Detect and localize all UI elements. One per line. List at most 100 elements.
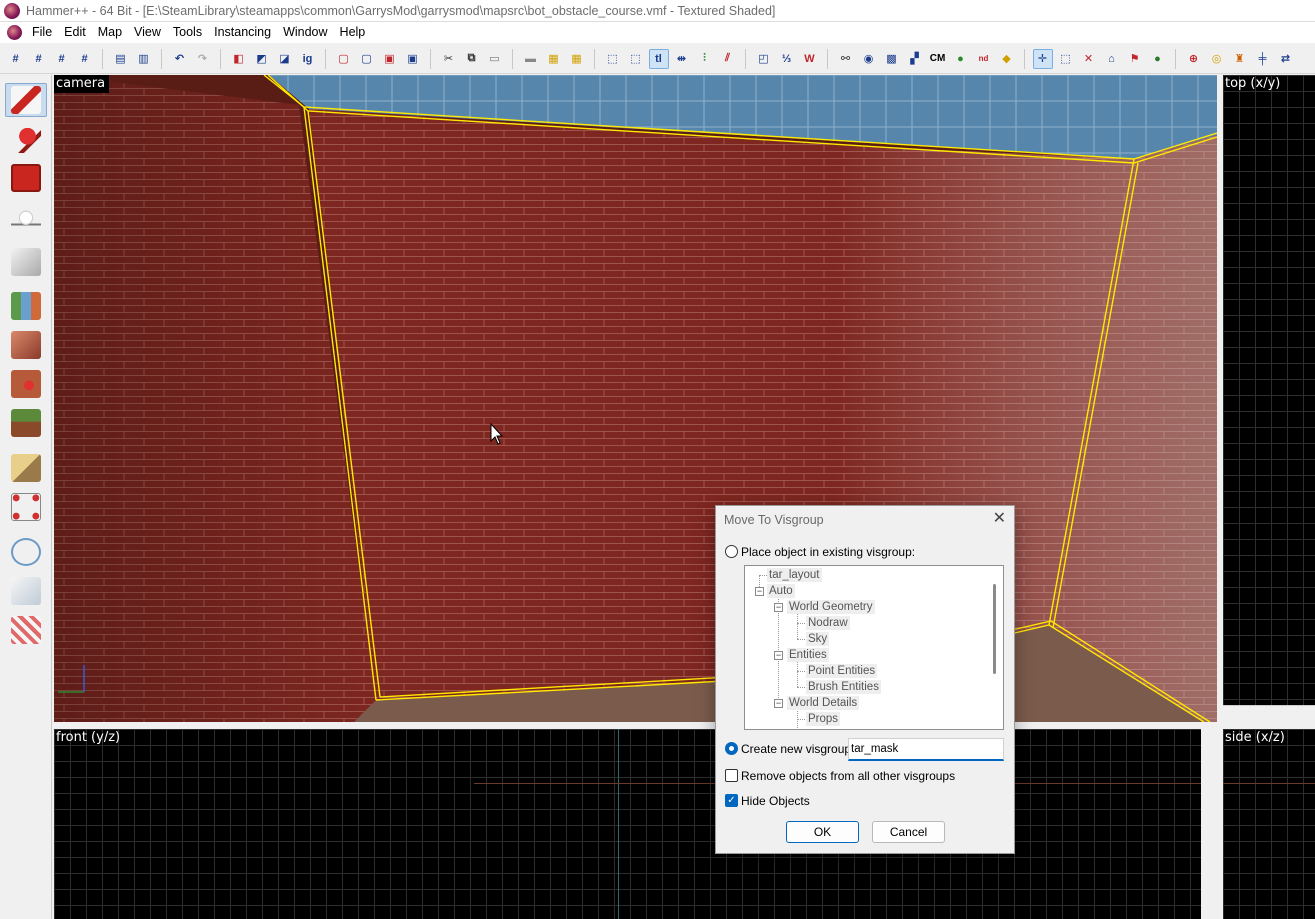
brush-1-icon[interactable]: ▢ bbox=[334, 49, 354, 69]
tool-c-icon[interactable]: ● bbox=[1148, 49, 1168, 69]
select-icon[interactable]: ig bbox=[298, 49, 318, 69]
apply-texture-tool[interactable] bbox=[5, 328, 47, 362]
carve-icon[interactable]: ◧ bbox=[229, 49, 249, 69]
menu-edit[interactable]: Edit bbox=[60, 22, 94, 43]
new-visgroup-label[interactable]: Create new visgroup: bbox=[741, 742, 854, 756]
collapse-entities-icon[interactable]: − bbox=[774, 651, 783, 660]
light-icon[interactable]: ◎ bbox=[1207, 49, 1227, 69]
texture-1-icon[interactable]: ▦ bbox=[544, 49, 564, 69]
hollow-icon[interactable]: ◩ bbox=[252, 49, 272, 69]
tree-node-nodraw[interactable]: Nodraw bbox=[806, 616, 850, 630]
collapse-world-geometry-icon[interactable]: − bbox=[774, 603, 783, 612]
grid-3d-icon[interactable]: # bbox=[75, 49, 95, 69]
magnify-tool[interactable] bbox=[5, 122, 47, 156]
visgroup-4-icon[interactable]: ▞ bbox=[905, 49, 925, 69]
top-viewport[interactable]: top (x/y) bbox=[1223, 75, 1315, 705]
grid-smaller-icon[interactable]: # bbox=[29, 49, 49, 69]
side-viewport[interactable]: side (x/z) bbox=[1223, 729, 1315, 919]
top-view-label[interactable]: top (x/y) bbox=[1225, 76, 1280, 91]
compile-icon[interactable]: ⅓ bbox=[777, 49, 797, 69]
decal-tool[interactable] bbox=[5, 367, 47, 401]
tree-node-props[interactable]: Props bbox=[806, 712, 841, 726]
leaf-icon[interactable]: ● bbox=[951, 49, 971, 69]
top-view-scrollbar[interactable] bbox=[1223, 705, 1315, 722]
collapse-auto-icon[interactable]: − bbox=[755, 587, 764, 596]
menu-tools[interactable]: Tools bbox=[169, 22, 210, 43]
ok-button[interactable]: OK bbox=[786, 821, 859, 843]
hide-objects-checkbox[interactable]: ✓ bbox=[725, 794, 738, 807]
hide-objects-label[interactable]: Hide Objects bbox=[741, 794, 810, 808]
instance-tool[interactable] bbox=[5, 613, 47, 647]
tree-node-world-geometry[interactable]: World Geometry bbox=[787, 600, 875, 614]
tree-node-sky[interactable]: Sky bbox=[806, 632, 830, 646]
redo-icon[interactable]: ↷ bbox=[193, 49, 213, 69]
existing-visgroup-label[interactable]: Place object in existing visgroup: bbox=[741, 545, 915, 559]
existing-visgroup-radio[interactable] bbox=[725, 545, 738, 558]
horizontal-splitter[interactable] bbox=[54, 722, 1315, 729]
entity-report-icon[interactable]: ◰ bbox=[754, 49, 774, 69]
visgroup-1-icon[interactable]: ⚯ bbox=[836, 49, 856, 69]
collapse-world-details-icon[interactable]: − bbox=[774, 699, 783, 708]
tree-scrollbar-thumb[interactable] bbox=[993, 584, 996, 674]
clip-tool[interactable] bbox=[5, 451, 47, 485]
brush-2-icon[interactable]: ▢ bbox=[357, 49, 377, 69]
tl2-icon[interactable]: ⇹ bbox=[672, 49, 692, 69]
front-view-label[interactable]: front (y/z) bbox=[56, 730, 120, 745]
brush-4-icon[interactable]: ▣ bbox=[403, 49, 423, 69]
tree-node-world-details[interactable]: World Details bbox=[787, 696, 860, 710]
selection-tool[interactable] bbox=[5, 83, 47, 117]
nodraw-icon[interactable]: nd bbox=[974, 49, 994, 69]
box-icon[interactable]: ⬚ bbox=[1056, 49, 1076, 69]
paste-icon[interactable]: ▭ bbox=[485, 49, 505, 69]
visgroup-tree[interactable]: tar_layout − Auto − World Geometry Nodra… bbox=[744, 565, 1004, 730]
path-tool[interactable] bbox=[5, 535, 47, 569]
camera-viewport[interactable]: camera bbox=[54, 75, 1217, 722]
texture-2-icon[interactable]: ▦ bbox=[567, 49, 587, 69]
front-view-scrollbar[interactable] bbox=[1201, 729, 1217, 919]
ungroup-icon[interactable]: ▥ bbox=[134, 49, 154, 69]
align-icon[interactable]: ⫶ bbox=[695, 49, 715, 69]
tl-icon[interactable]: tl bbox=[648, 48, 669, 69]
document-icon[interactable] bbox=[7, 25, 22, 40]
copy-icon[interactable]: ⧉ bbox=[462, 49, 482, 69]
new-visgroup-radio[interactable] bbox=[725, 742, 738, 755]
tree-node-point-entities[interactable]: Point Entities bbox=[806, 664, 878, 678]
grid-larger-icon[interactable]: # bbox=[52, 49, 72, 69]
tool-a-icon[interactable]: ⌂ bbox=[1102, 49, 1122, 69]
tree-node-brush-entities[interactable]: Brush Entities bbox=[806, 680, 881, 694]
remove-from-other-visgroups-checkbox[interactable] bbox=[725, 769, 738, 782]
front-viewport[interactable]: front (y/z) bbox=[54, 729, 1201, 919]
camera-tool[interactable] bbox=[5, 161, 47, 195]
menu-window[interactable]: Window bbox=[279, 22, 335, 43]
entity-tool[interactable] bbox=[5, 205, 47, 239]
arrows-icon[interactable]: ⇄ bbox=[1276, 49, 1296, 69]
menu-map[interactable]: Map bbox=[94, 22, 130, 43]
select-mode-icon[interactable]: ⬚ bbox=[626, 49, 646, 69]
close-icon[interactable]: ✕ bbox=[993, 510, 1006, 528]
sphere-icon[interactable]: ⊕ bbox=[1184, 49, 1204, 69]
new-visgroup-input[interactable] bbox=[848, 738, 1004, 761]
selection-box-icon[interactable]: ⬚ bbox=[603, 49, 623, 69]
run-map-icon[interactable]: W bbox=[800, 49, 820, 69]
hide-icon[interactable]: ▬ bbox=[521, 49, 541, 69]
flip-icon[interactable]: ⫽ bbox=[718, 49, 738, 69]
tree-node-entities[interactable]: Entities bbox=[787, 648, 829, 662]
cancel-button[interactable]: Cancel bbox=[872, 821, 945, 843]
menu-help[interactable]: Help bbox=[336, 22, 374, 43]
undo-icon[interactable]: ↶ bbox=[170, 49, 190, 69]
overlay-tool[interactable] bbox=[5, 406, 47, 440]
shield-icon[interactable]: ◆ bbox=[997, 49, 1017, 69]
texture-lock-icon[interactable]: ◪ bbox=[275, 49, 295, 69]
bucket-icon[interactable]: ♜ bbox=[1230, 49, 1250, 69]
sprinkle-tool[interactable] bbox=[5, 574, 47, 608]
vertex-tool[interactable] bbox=[5, 490, 47, 524]
cross-icon[interactable]: ╪ bbox=[1253, 49, 1273, 69]
tree-node-auto[interactable]: Auto bbox=[767, 584, 795, 598]
side-view-label[interactable]: side (x/z) bbox=[1225, 730, 1285, 745]
cm-icon[interactable]: CM bbox=[928, 49, 948, 69]
tree-node-tar-layout[interactable]: tar_layout bbox=[767, 568, 822, 582]
group-icon[interactable]: ▤ bbox=[111, 49, 131, 69]
visgroup-3-icon[interactable]: ▩ bbox=[882, 49, 902, 69]
menu-instancing[interactable]: Instancing bbox=[210, 22, 279, 43]
remove-from-other-visgroups-label[interactable]: Remove objects from all other visgroups bbox=[741, 769, 955, 783]
